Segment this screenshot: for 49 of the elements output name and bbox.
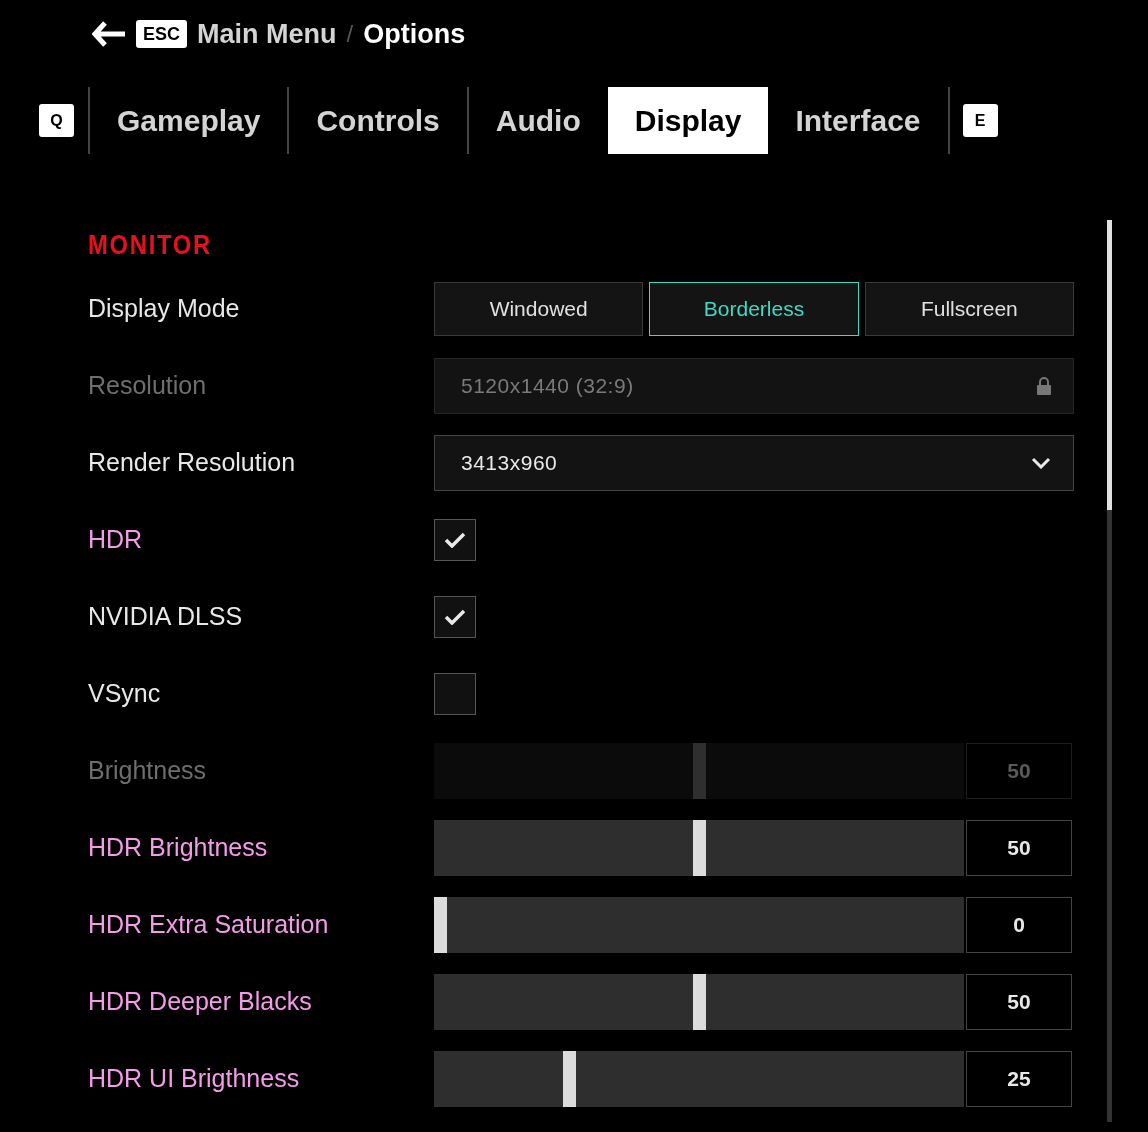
dropdown-field[interactable]: 3413x960: [434, 434, 1074, 491]
breadcrumb-current: Options: [363, 17, 466, 51]
breadcrumb-separator: /: [346, 19, 354, 49]
tab[interactable]: Audio: [468, 87, 608, 154]
tab[interactable]: Gameplay: [90, 87, 288, 154]
setting-label: HDR UI Brigthness: [88, 1062, 301, 1094]
tab[interactable]: Controls: [289, 87, 467, 154]
back-arrow-icon[interactable]: [92, 21, 126, 47]
setting-label: Brightness: [88, 754, 208, 786]
value-box: 25: [966, 1050, 1072, 1107]
checkmark-icon: [444, 608, 466, 625]
slider-thumb[interactable]: [692, 819, 706, 876]
slider-track[interactable]: [434, 819, 964, 876]
setting-label: Display Mode: [88, 292, 241, 324]
setting-label: HDR Brightness: [88, 831, 269, 863]
setting-label: Resolution: [88, 369, 208, 401]
setting-label: NVIDIA DLSS: [88, 600, 244, 632]
slider-track[interactable]: [434, 896, 964, 953]
checkbox[interactable]: [434, 672, 476, 715]
tab[interactable]: Display: [607, 87, 769, 154]
setting-label: Render Resolution: [88, 446, 297, 478]
mode-option[interactable]: Borderless: [649, 281, 859, 336]
checkbox[interactable]: [434, 595, 476, 638]
e-key: E: [962, 104, 998, 137]
lock-icon: [1037, 376, 1051, 395]
section-title: MONITOR: [88, 228, 213, 262]
setting-label: VSync: [88, 677, 162, 709]
slider-thumb[interactable]: [563, 1050, 577, 1107]
esc-key: ESC: [136, 20, 187, 48]
slider-track[interactable]: [434, 1050, 964, 1107]
setting-label: HDR Deeper Blacks: [88, 985, 313, 1017]
value-box: 50: [966, 819, 1072, 876]
checkbox[interactable]: [434, 518, 476, 561]
mode-option[interactable]: Fullscreen: [864, 281, 1074, 336]
setting-label: HDR: [88, 523, 144, 555]
value-box: 0: [966, 896, 1072, 953]
slider-track[interactable]: [434, 973, 964, 1030]
value-box: 50: [966, 973, 1072, 1030]
mode-option[interactable]: Windowed: [434, 281, 644, 336]
checkmark-icon: [444, 531, 466, 548]
setting-label: HDR Extra Saturation: [88, 908, 330, 940]
tab[interactable]: Interface: [768, 87, 948, 154]
slider-thumb[interactable]: [434, 896, 447, 953]
value-box: 50: [966, 742, 1072, 799]
scrollbar-thumb[interactable]: [1107, 220, 1112, 510]
q-key: Q: [39, 104, 74, 137]
breadcrumb-link[interactable]: Main Menu: [197, 13, 337, 55]
slider-thumb[interactable]: [692, 973, 706, 1030]
chevron-down-icon: [1031, 456, 1051, 469]
